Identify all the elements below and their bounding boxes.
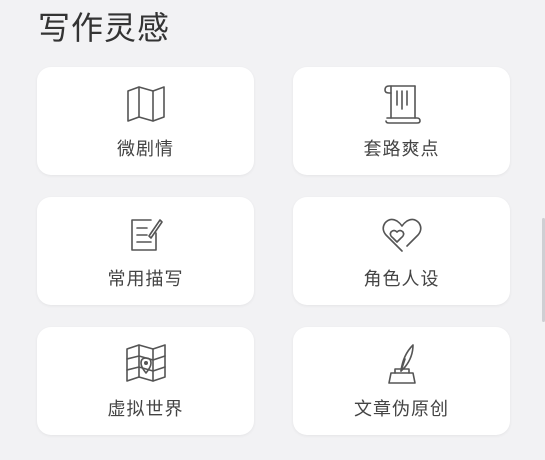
scroll-icon: [379, 81, 425, 127]
card-character-setting[interactable]: 角色人设: [293, 197, 510, 305]
card-label: 常用描写: [107, 269, 184, 290]
card-label: 虚拟世界: [107, 399, 184, 420]
quill-ink-icon: [379, 341, 425, 387]
card-label: 微剧情: [117, 139, 174, 160]
card-trope-highlights[interactable]: 套路爽点: [293, 67, 510, 175]
card-common-descriptions[interactable]: 常用描写: [37, 197, 254, 305]
notepad-pen-icon: [123, 211, 169, 257]
card-virtual-world[interactable]: 虚拟世界: [37, 327, 254, 435]
map-icon: [123, 81, 169, 127]
card-article-rewrite[interactable]: 文章伪原创: [293, 327, 510, 435]
page-title: 写作灵感: [38, 9, 171, 47]
card-micro-plot[interactable]: 微剧情: [37, 67, 254, 175]
card-label: 套路爽点: [363, 139, 440, 160]
hearts-icon: [379, 211, 425, 257]
world-map-icon: [123, 341, 169, 387]
card-label: 角色人设: [363, 269, 440, 290]
card-label: 文章伪原创: [354, 399, 449, 420]
